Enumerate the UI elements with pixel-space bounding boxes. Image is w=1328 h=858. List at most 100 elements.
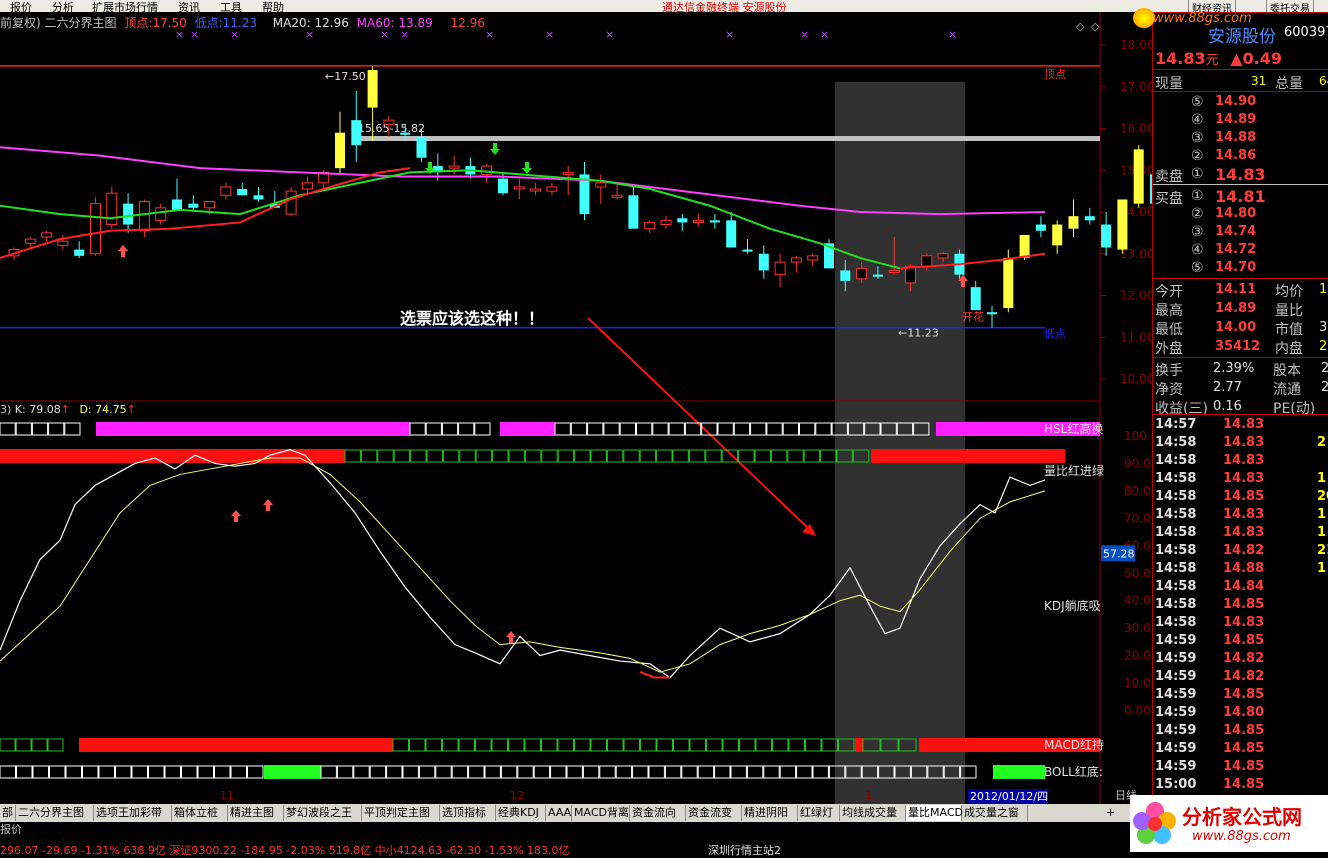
tick-row: 14:58 14.83 1 (1153, 525, 1328, 543)
indicator-tab[interactable]: 量比MACD (906, 805, 963, 821)
volume-ratio-strip-cell (721, 449, 739, 463)
macd-strip-cell (15, 738, 32, 752)
stat-label: 流通 (1273, 382, 1301, 398)
chart-area[interactable]: 18.0017.0016.0015.0014.0013.0012.0011.00… (0, 12, 1152, 804)
macd-strip-cell (47, 738, 64, 752)
indicator-tab[interactable]: 资金流向 (630, 805, 686, 821)
x-axis-label: 1 (865, 789, 872, 802)
volume-ratio-strip-cell (442, 449, 460, 463)
buy-level-price: 14.81 (1215, 187, 1266, 206)
menu-bar: 报价 分析 扩展市场行情 资讯 工具 帮助 通达信金融终端 安源股份 财经资讯 … (0, 0, 1328, 16)
sell-level-no: ⑤ (1191, 94, 1204, 110)
buy-level-row[interactable]: ⑤ 14.70 (1153, 260, 1328, 278)
buy-level-row[interactable]: ③ 14.74 (1153, 224, 1328, 242)
tick-time: 14:59 (1155, 669, 1197, 684)
indicator-tab[interactable]: 精进主图 (228, 805, 284, 821)
indicator-tab[interactable]: 成交量之窗 (962, 805, 1028, 821)
macd-strip-cell (392, 738, 409, 752)
hsl-strip-cell (0, 422, 16, 436)
indicator-tab[interactable]: 精进阴阳 (742, 805, 798, 821)
tick-row: 14:58 14.83 1 (1153, 507, 1328, 525)
kdj-y-tick-label: 40.00 (1124, 594, 1152, 608)
tick-time: 14:59 (1155, 651, 1197, 666)
boll-strip-cell (0, 765, 16, 779)
volume-ratio-strip-cell (606, 449, 624, 463)
candle-body (285, 190, 297, 215)
hsl-strip-cell (554, 422, 571, 436)
tick-volume: 1 (1317, 507, 1327, 522)
sell-level-row[interactable]: ⑤ 14.90 (1153, 94, 1328, 112)
candle-body (807, 255, 819, 261)
tick-price: 14.83 (1223, 525, 1265, 540)
tick-row: 14:59 14.85 (1153, 687, 1328, 705)
macd-strip-cell (458, 738, 475, 752)
macd-strip-cell (31, 738, 48, 752)
boll-strip-cell (32, 765, 49, 779)
candle-body (513, 186, 525, 190)
candle-body (1019, 234, 1030, 258)
tick-volume: 21 (1317, 543, 1328, 558)
purple-marker-icon: × (725, 28, 734, 41)
volume-ratio-strip-segment (871, 449, 1065, 463)
stock-code: 600397 (1284, 25, 1328, 40)
tick-time: 14:58 (1155, 507, 1197, 522)
stat-label: 换手 (1155, 363, 1183, 379)
buy-level-no: ② (1191, 206, 1204, 222)
sell-level-row[interactable]: ② 14.86 (1153, 148, 1328, 166)
sell-level-price: 14.88 (1215, 130, 1257, 145)
status-price-label: 报价 (0, 823, 22, 836)
sell-level-row[interactable]: ③ 14.88 (1153, 130, 1328, 148)
indicator-tab[interactable]: 选项王加彩带 (94, 805, 172, 821)
hsl-strip-cell (48, 422, 65, 436)
sell-label: 卖盘 (1155, 169, 1183, 185)
tick-row: 14:59 14.85 (1153, 723, 1328, 741)
purple-marker-icon: × (605, 28, 614, 41)
indicator-tab[interactable]: AAA (546, 805, 572, 821)
hsl-strip-cell (733, 422, 751, 436)
buy-level-row[interactable]: 买盘 ① 14.81 (1153, 187, 1328, 207)
indicator-tab[interactable]: 部 (0, 805, 16, 821)
sell-level-no: ③ (1191, 130, 1204, 146)
indicator-tab[interactable]: 梦幻波段之王 (284, 805, 362, 821)
top-value: 17.50 (152, 16, 187, 30)
indicator-tab[interactable]: 箱体立桩 (172, 805, 228, 821)
chart-title: 前复权) 二六分界主图 (0, 16, 117, 30)
macd-label: MACD红持 (1044, 737, 1104, 752)
indicator-tab[interactable]: 红绿灯 (798, 805, 840, 821)
indicator-tab[interactable]: MACD背离 (572, 805, 630, 821)
logo-title: 分析家公式网 (1182, 805, 1302, 829)
boll-strip-cell (648, 765, 665, 779)
candle-body (24, 238, 36, 244)
volume-ratio-strip-cell (508, 449, 525, 463)
zongliang-value: 64 (1319, 74, 1328, 88)
stat-label: 外盘 (1155, 341, 1183, 357)
buy-level-row[interactable]: ② 14.80 (1153, 206, 1328, 224)
tick-volume: 1 (1317, 561, 1327, 576)
tab-scroll-right-icon[interactable]: + (1104, 805, 1118, 821)
tick-time: 14:57 (1155, 417, 1197, 432)
boll-strip-cell (468, 765, 485, 779)
indicator-tab[interactable]: 均线成交量 (840, 805, 906, 821)
boll-strip-cell (65, 765, 82, 779)
buy-level-no: ⑤ (1191, 260, 1204, 276)
sell-level-price: 14.89 (1215, 112, 1257, 127)
sell-level-row[interactable]: 卖盘 ① 14.83 (1153, 165, 1328, 185)
volume-ratio-strip-cell (377, 449, 394, 463)
indicator-tab[interactable]: 资金流变 (686, 805, 742, 821)
indicator-tab[interactable]: 经典KDJ (496, 805, 546, 821)
indicator-tab[interactable]: 选顶指标 (440, 805, 496, 821)
indicator-tab[interactable]: 二六分界主图 (16, 805, 94, 821)
boll-strip-cell (566, 765, 583, 779)
indicator-tab[interactable]: 平顶判定主图 (362, 805, 440, 821)
candle-body (335, 132, 345, 169)
purple-marker-icon: × (800, 28, 809, 41)
kdj-y-tick-label: 30.00 (1124, 621, 1152, 635)
tick-row: 14:58 14.83 (1153, 453, 1328, 471)
volume-ratio-strip-cell (590, 449, 607, 463)
volume-ratio-strip-cell (492, 449, 509, 463)
candle-body (726, 220, 737, 248)
volume-ratio-strip-cell (426, 449, 443, 463)
buy-level-row[interactable]: ④ 14.72 (1153, 242, 1328, 260)
logo-url: www.88gs.com (1192, 829, 1291, 844)
sell-level-row[interactable]: ④ 14.89 (1153, 112, 1328, 130)
